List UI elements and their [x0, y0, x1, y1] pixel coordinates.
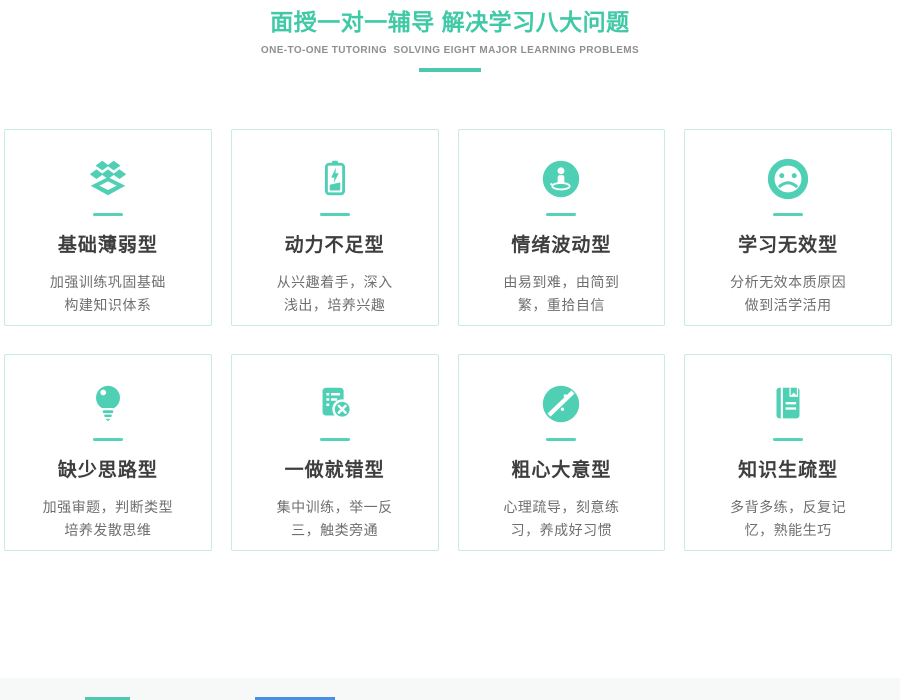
card-title: 粗心大意型	[459, 455, 665, 482]
lightbulb-icon	[85, 381, 131, 427]
title-underline	[419, 68, 481, 72]
slash-circle-icon	[538, 381, 584, 427]
card-description: 多背多练，反复记 忆，熟能生巧	[685, 496, 891, 542]
problem-card: 学习无效型 分析无效本质原因 做到活学活用	[684, 129, 892, 326]
card-title: 基础薄弱型	[5, 230, 211, 257]
card-icon-wrap	[459, 381, 665, 427]
card-divider	[546, 213, 576, 216]
problem-card: 情绪波动型 由易到难，由简到 繁，重拾自信	[458, 129, 666, 326]
card-description-line2: 浅出，培养兴趣	[284, 297, 386, 313]
card-icon-wrap	[685, 156, 891, 202]
problem-card: 缺少思路型 加强审题，判断类型 培养发散思维	[4, 354, 212, 551]
card-description: 由易到难，由简到 繁，重拾自信	[459, 271, 665, 317]
card-icon-wrap	[232, 381, 438, 427]
card-divider	[773, 213, 803, 216]
card-icon-wrap	[5, 156, 211, 202]
card-icon-wrap	[5, 381, 211, 427]
section-subtitle: ONE-TO-ONE TUTORING SOLVING EIGHT MAJOR …	[0, 45, 900, 56]
card-description-line1: 心理疏导，刻意练	[503, 499, 619, 515]
card-description: 心理疏导，刻意练 习，养成好习惯	[459, 496, 665, 542]
card-description-line1: 从兴趣着手，深入	[277, 274, 393, 290]
card-description-line2: 做到活学活用	[745, 297, 832, 313]
stacked-boxes-icon	[85, 156, 131, 202]
card-description-line1: 由易到难，由简到	[503, 274, 619, 290]
card-divider	[93, 438, 123, 441]
card-description-line2: 三，触类旁通	[291, 522, 378, 538]
card-title: 缺少思路型	[5, 455, 211, 482]
problem-card: 粗心大意型 心理疏导，刻意练 习，养成好习惯	[458, 354, 666, 551]
problem-cards-grid: 基础薄弱型 加强训练巩固基础 构建知识体系 动力不足型 从兴趣着手，深入 浅出，…	[4, 129, 892, 551]
error-list-icon	[312, 381, 358, 427]
card-divider	[320, 213, 350, 216]
card-divider	[93, 213, 123, 216]
card-icon-wrap	[459, 156, 665, 202]
card-description-line1: 加强审题，判断类型	[43, 499, 174, 515]
problem-card: 知识生疏型 多背多练，反复记 忆，熟能生巧	[684, 354, 892, 551]
card-description-line1: 分析无效本质原因	[730, 274, 846, 290]
card-description-line2: 习，养成好习惯	[511, 522, 613, 538]
notebook-bookmark-icon	[765, 381, 811, 427]
card-title: 知识生疏型	[685, 455, 891, 482]
card-description: 分析无效本质原因 做到活学活用	[685, 271, 891, 317]
card-description-line1: 加强训练巩固基础	[50, 274, 166, 290]
card-divider	[546, 438, 576, 441]
sad-face-icon	[765, 156, 811, 202]
card-description: 集中训练，举一反 三，触类旁通	[232, 496, 438, 542]
problem-card: 动力不足型 从兴趣着手，深入 浅出，培养兴趣	[231, 129, 439, 326]
section-header: 面授一对一辅导 解决学习八大问题 ONE-TO-ONE TUTORING SOL…	[0, 0, 900, 72]
section-title: 面授一对一辅导 解决学习八大问题	[0, 9, 900, 37]
card-description: 加强训练巩固基础 构建知识体系	[5, 271, 211, 317]
card-icon-wrap	[232, 156, 438, 202]
card-title: 情绪波动型	[459, 230, 665, 257]
card-icon-wrap	[685, 381, 891, 427]
card-description-line2: 忆，熟能生巧	[745, 522, 832, 538]
card-divider	[320, 438, 350, 441]
card-description-line2: 培养发散思维	[64, 522, 151, 538]
problem-card: 基础薄弱型 加强训练巩固基础 构建知识体系	[4, 129, 212, 326]
card-title: 学习无效型	[685, 230, 891, 257]
card-description: 从兴趣着手，深入 浅出，培养兴趣	[232, 271, 438, 317]
card-description: 加强审题，判断类型 培养发散思维	[5, 496, 211, 542]
battery-charging-icon	[312, 156, 358, 202]
person-circle-icon	[538, 156, 584, 202]
next-section-strip	[0, 678, 900, 700]
card-title: 动力不足型	[232, 230, 438, 257]
card-description-line1: 多背多练，反复记	[730, 499, 846, 515]
card-description-line2: 构建知识体系	[64, 297, 151, 313]
card-divider	[773, 438, 803, 441]
card-description-line1: 集中训练，举一反	[277, 499, 393, 515]
problem-card: 一做就错型 集中训练，举一反 三，触类旁通	[231, 354, 439, 551]
card-title: 一做就错型	[232, 455, 438, 482]
tutoring-problems-section: 面授一对一辅导 解决学习八大问题 ONE-TO-ONE TUTORING SOL…	[0, 0, 900, 700]
card-description-line2: 繁，重拾自信	[518, 297, 605, 313]
